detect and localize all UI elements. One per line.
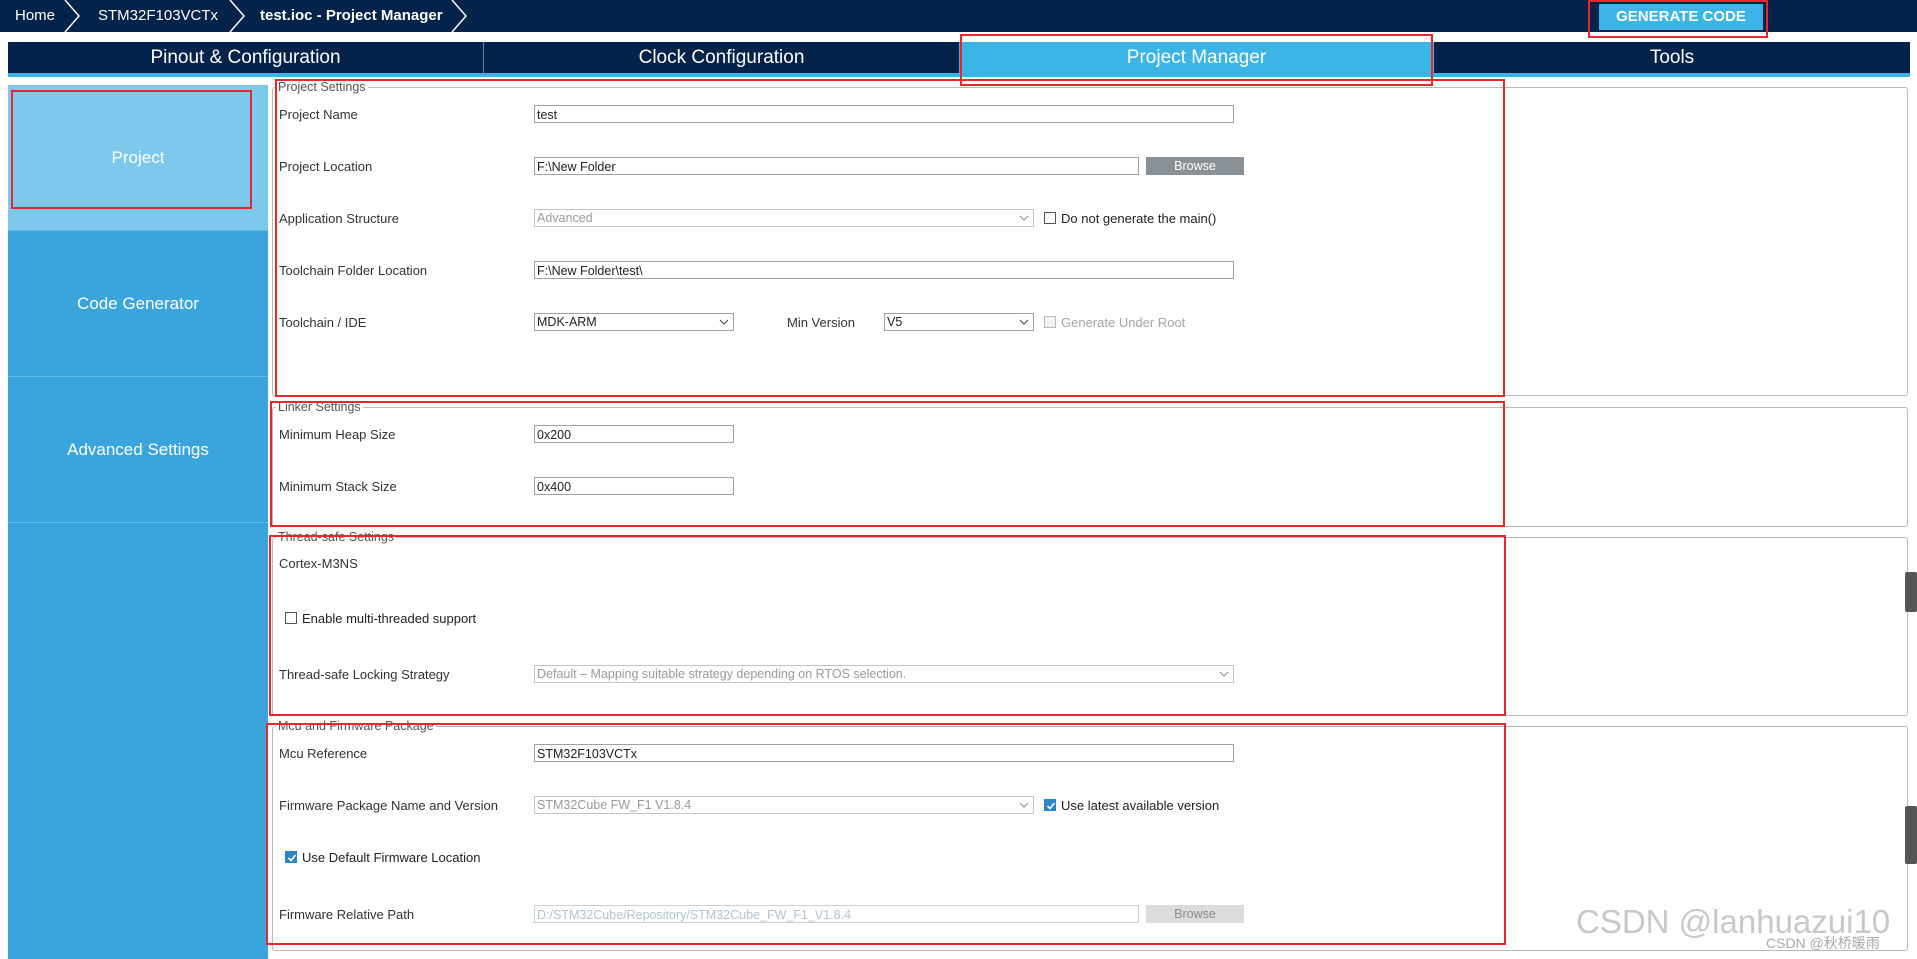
toolchain-ide-value: MDK-ARM	[537, 315, 597, 329]
toolchain-folder-field[interactable]: F:\New Folder\test\	[534, 261, 1234, 279]
heap-size-field[interactable]: 0x200	[534, 425, 734, 443]
tab-tools[interactable]: Tools	[1434, 42, 1910, 73]
multithread-label: Enable multi-threaded support	[302, 611, 477, 626]
stack-size-field[interactable]: 0x400	[534, 477, 734, 495]
chevron-down-icon	[1019, 215, 1029, 221]
generate-under-root-checkbox[interactable]	[1044, 316, 1056, 328]
browse-firmware-path-button[interactable]: Browse	[1146, 905, 1244, 923]
toolchain-folder-label: Toolchain Folder Location	[279, 263, 428, 278]
tab-pinout-configuration[interactable]: Pinout & Configuration	[8, 42, 483, 73]
chevron-right-icon	[451, 0, 467, 32]
multithread-checkbox[interactable]	[285, 612, 297, 624]
sidebar-item-code-generator[interactable]: Code Generator	[8, 231, 268, 377]
mcu-reference-label: Mcu Reference	[279, 746, 368, 761]
locking-strategy-select[interactable]: Default – Mapping suitable strategy depe…	[534, 665, 1234, 683]
linker-settings-panel: Linker Settings Minimum Heap Size 0x200 …	[272, 400, 1908, 527]
tab-clock-configuration[interactable]: Clock Configuration	[484, 42, 959, 73]
locking-strategy-label: Thread-safe Locking Strategy	[279, 667, 450, 682]
toolchain-ide-select[interactable]: MDK-ARM	[534, 313, 734, 331]
no-main-checkbox[interactable]	[1044, 212, 1056, 224]
breadcrumb-device[interactable]: STM32F103VCTx	[98, 0, 218, 32]
checkmark-icon	[1046, 802, 1056, 810]
main-tab-bar: Pinout & Configuration Clock Configurati…	[8, 42, 1910, 73]
use-latest-version-checkbox[interactable]	[1044, 799, 1056, 811]
sidebar-item-label: Advanced Settings	[67, 439, 209, 459]
splitter-handle[interactable]	[1905, 806, 1917, 864]
use-latest-version-label: Use latest available version	[1061, 798, 1220, 813]
watermark-subtext: CSDN @秋桥暖雨	[1766, 935, 1880, 951]
tab-underline	[8, 73, 1910, 77]
project-name-label: Project Name	[279, 107, 358, 122]
project-name-field[interactable]: test	[534, 105, 1234, 123]
firmware-path-label: Firmware Relative Path	[279, 907, 415, 922]
firmware-package-select[interactable]: STM32Cube FW_F1 V1.8.4	[534, 796, 1034, 814]
chevron-down-icon	[1019, 802, 1029, 808]
breadcrumb-current[interactable]: test.ioc - Project Manager	[260, 0, 443, 32]
toolchain-ide-label: Toolchain / IDE	[279, 315, 367, 330]
heap-size-label: Minimum Heap Size	[279, 427, 396, 442]
sidebar-item-advanced-settings[interactable]: Advanced Settings	[8, 377, 268, 523]
generate-under-root-label: Generate Under Root	[1061, 315, 1186, 330]
top-breadcrumb-bar: Home STM32F103VCTx test.ioc - Project Ma…	[0, 0, 1917, 32]
no-main-label: Do not generate the main()	[1061, 211, 1217, 226]
checkmark-icon	[287, 854, 297, 862]
browse-location-button[interactable]: Browse	[1146, 157, 1244, 175]
application-structure-value: Advanced	[537, 211, 593, 225]
firmware-path-field[interactable]: D:/STM32Cube/Repository/STM32Cube_FW_F1_…	[534, 905, 1139, 923]
core-name: Cortex-M3NS	[279, 556, 358, 571]
mcu-firmware-legend: Mcu and Firmware Package	[276, 719, 436, 733]
mcu-reference-field[interactable]: STM32F103VCTx	[534, 744, 1234, 762]
chevron-right-icon	[229, 0, 245, 32]
firmware-package-value: STM32Cube FW_F1 V1.8.4	[537, 798, 692, 812]
min-version-label: Min Version	[787, 315, 855, 330]
linker-settings-legend: Linker Settings	[276, 400, 363, 414]
splitter-handle[interactable]	[1905, 572, 1917, 612]
project-location-label: Project Location	[279, 159, 373, 174]
sidebar-item-project[interactable]: Project	[8, 85, 268, 231]
chevron-down-icon	[1219, 671, 1229, 677]
sidebar-item-label: Project	[111, 147, 165, 167]
project-settings-legend: Project Settings	[276, 80, 368, 94]
generate-code-button[interactable]: GENERATE CODE	[1599, 4, 1763, 30]
tab-project-manager[interactable]: Project Manager	[959, 42, 1434, 73]
application-structure-select[interactable]: Advanced	[534, 209, 1034, 227]
locking-strategy-value: Default – Mapping suitable strategy depe…	[537, 667, 907, 681]
application-structure-label: Application Structure	[279, 211, 399, 226]
thread-safe-legend: Thread-safe Settings	[276, 530, 397, 544]
project-settings-panel: Project Settings Project Name test Proje…	[272, 80, 1908, 396]
min-version-select[interactable]: V5	[884, 313, 1034, 331]
breadcrumb-home[interactable]: Home	[15, 0, 55, 32]
chevron-right-icon	[64, 0, 80, 32]
firmware-package-label: Firmware Package Name and Version	[279, 798, 498, 813]
chevron-down-icon	[719, 319, 729, 325]
sidebar-item-label: Code Generator	[77, 293, 199, 313]
chevron-down-icon	[1019, 319, 1029, 325]
thread-safe-settings-panel: Thread-safe Settings Cortex-M3NS Enable …	[272, 530, 1908, 716]
sidebar: Project Code Generator Advanced Settings	[8, 85, 268, 959]
min-version-value: V5	[887, 315, 903, 329]
use-default-fw-location-label: Use Default Firmware Location	[302, 850, 481, 865]
stack-size-label: Minimum Stack Size	[279, 479, 397, 494]
project-location-field[interactable]: F:\New Folder	[534, 157, 1139, 175]
use-default-fw-location-checkbox[interactable]	[285, 851, 297, 863]
